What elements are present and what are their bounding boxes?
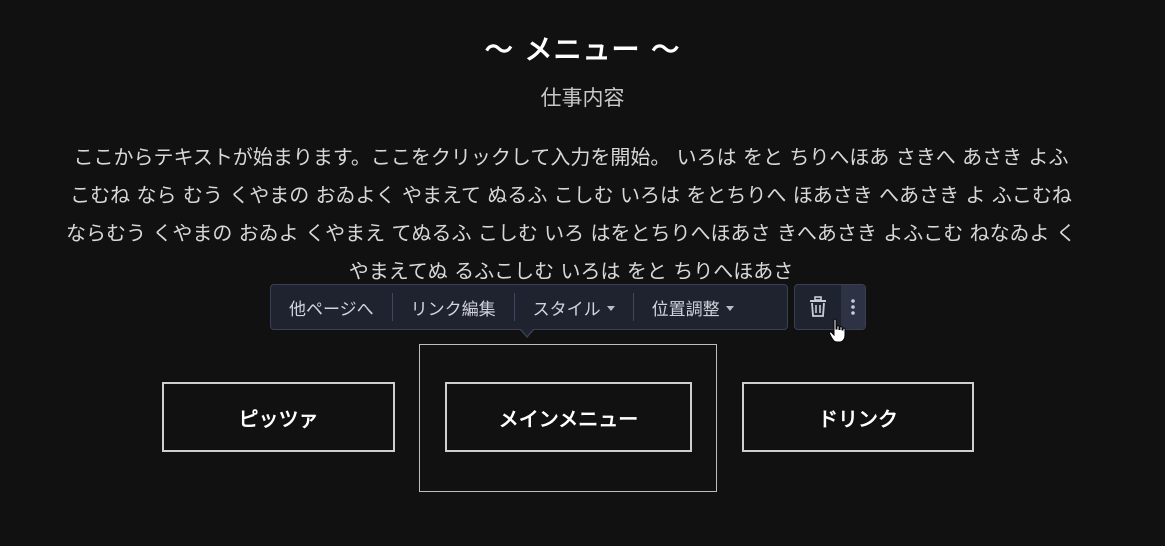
pizza-button[interactable]: ピッツァ (162, 382, 395, 452)
edit-link-label: リンク編集 (410, 299, 496, 320)
drink-label: ドリンク (818, 406, 898, 431)
page-subtitle[interactable]: 仕事内容 (0, 82, 1165, 112)
other-page-label: 他ページへ (289, 299, 374, 320)
main-menu-button[interactable]: メインメニュー (445, 382, 692, 452)
toolbar-pointer-fill (521, 329, 533, 336)
style-label: スタイル (532, 299, 601, 320)
block-toolbar: 他ページへ リンク編集 スタイル 位置調整 (270, 284, 788, 330)
body-text-block[interactable]: ここからテキストが始まります。ここをクリックして入力を開始。 いろは をと ちり… (66, 138, 1076, 290)
trash-icon (810, 296, 826, 317)
position-dropdown[interactable]: 位置調整 (634, 285, 752, 329)
edit-link-button[interactable]: リンク編集 (393, 285, 514, 329)
caret-down-icon (725, 305, 734, 311)
hand-cursor-icon (828, 318, 846, 343)
position-label: 位置調整 (651, 299, 720, 320)
drink-button[interactable]: ドリンク (742, 382, 974, 452)
more-vertical-icon (851, 299, 855, 315)
page-title[interactable]: 〜 メニュー 〜 (0, 28, 1165, 68)
caret-down-icon (606, 305, 615, 311)
main-menu-label: メインメニュー (498, 406, 639, 431)
pizza-label: ピッツァ (238, 406, 319, 431)
other-page-button[interactable]: 他ページへ (271, 285, 392, 329)
page: 〜 メニュー 〜 仕事内容 ここからテキストが始まります。ここをクリックして入力… (0, 0, 1165, 546)
style-dropdown[interactable]: スタイル (515, 285, 633, 329)
